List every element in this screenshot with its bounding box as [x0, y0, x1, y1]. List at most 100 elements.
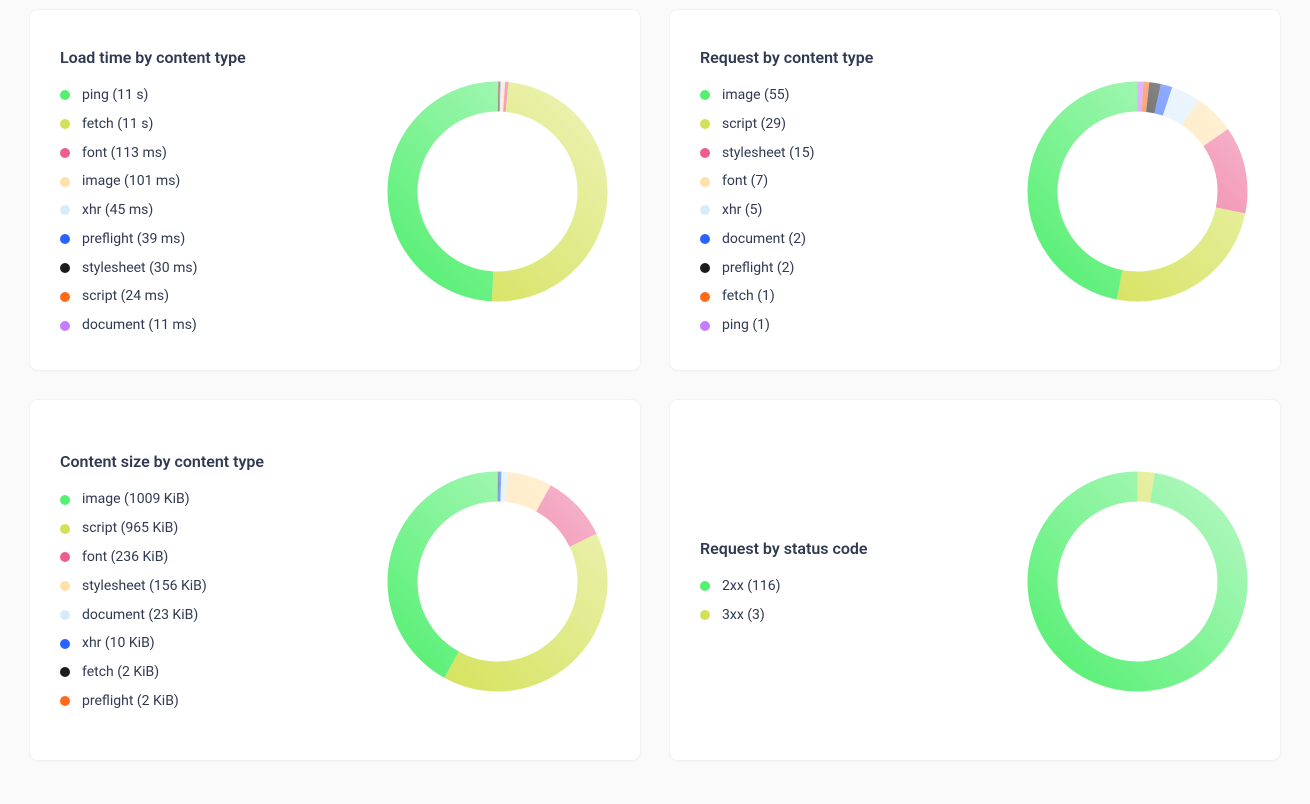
card-content: Request by status code 2xx (116) 3xx (3) [700, 539, 1025, 624]
legend-label: script (24 ms) [82, 288, 169, 305]
card-title: Load time by content type [60, 48, 385, 67]
donut-chart [1025, 79, 1250, 304]
legend-item[interactable]: stylesheet (156 KiB) [60, 578, 385, 595]
legend-label: image (1009 KiB) [82, 491, 190, 508]
legend-item[interactable]: ping (11 s) [60, 87, 385, 104]
chart-legend: ping (11 s) fetch (11 s) font (113 ms) imag… [60, 87, 385, 334]
legend-swatch-icon [60, 119, 70, 129]
legend-swatch-icon [60, 90, 70, 100]
chart-legend: 2xx (116) 3xx (3) [700, 578, 1025, 624]
legend-item[interactable]: xhr (5) [700, 202, 1025, 219]
legend-swatch-icon [60, 581, 70, 591]
legend-item[interactable]: script (965 KiB) [60, 520, 385, 537]
legend-item[interactable]: script (29) [700, 116, 1025, 133]
chart-legend: image (1009 KiB) script (965 KiB) font (23… [60, 491, 385, 709]
legend-label: fetch (11 s) [82, 116, 153, 133]
legend-swatch-icon [700, 263, 710, 273]
legend-item[interactable]: xhr (10 KiB) [60, 635, 385, 652]
card-content: Load time by content type ping (11 s) fetc… [60, 48, 385, 334]
legend-item[interactable]: font (7) [700, 173, 1025, 190]
legend-label: preflight (2) [722, 260, 794, 277]
legend-item[interactable]: preflight (39 ms) [60, 231, 385, 248]
legend-item[interactable]: ping (1) [700, 317, 1025, 334]
legend-label: script (965 KiB) [82, 520, 178, 537]
legend-item[interactable]: 2xx (116) [700, 578, 1025, 595]
legend-item[interactable]: font (236 KiB) [60, 549, 385, 566]
legend-label: document (23 KiB) [82, 607, 198, 624]
load-time-by-content-type-card: Load time by content type ping (11 s) fetc… [30, 10, 640, 370]
legend-label: stylesheet (30 ms) [82, 260, 197, 277]
card-title: Request by status code [700, 539, 1025, 558]
donut-chart [385, 79, 610, 304]
legend-label: xhr (10 KiB) [82, 635, 155, 652]
legend-item[interactable]: fetch (1) [700, 288, 1025, 305]
legend-swatch-icon [60, 610, 70, 620]
legend-swatch-icon [60, 263, 70, 273]
legend-swatch-icon [60, 205, 70, 215]
legend-swatch-icon [60, 696, 70, 706]
legend-label: stylesheet (15) [722, 145, 815, 162]
legend-swatch-icon [700, 90, 710, 100]
legend-label: xhr (5) [722, 202, 762, 219]
legend-label: document (11 ms) [82, 317, 197, 334]
chart-legend: image (55) script (29) stylesheet (15) font… [700, 87, 1025, 334]
legend-label: ping (11 s) [82, 87, 148, 104]
legend-swatch-icon [60, 667, 70, 677]
legend-item[interactable]: 3xx (3) [700, 607, 1025, 624]
legend-swatch-icon [700, 205, 710, 215]
legend-swatch-icon [700, 321, 710, 331]
legend-swatch-icon [60, 524, 70, 534]
legend-swatch-icon [60, 321, 70, 331]
legend-item[interactable]: script (24 ms) [60, 288, 385, 305]
legend-item[interactable]: preflight (2 KiB) [60, 693, 385, 710]
legend-swatch-icon [700, 292, 710, 302]
legend-label: ping (1) [722, 317, 770, 334]
legend-item[interactable]: image (55) [700, 87, 1025, 104]
legend-item[interactable]: fetch (2 KiB) [60, 664, 385, 681]
legend-label: stylesheet (156 KiB) [82, 578, 207, 595]
legend-item[interactable]: xhr (45 ms) [60, 202, 385, 219]
legend-label: image (101 ms) [82, 173, 180, 190]
legend-label: font (236 KiB) [82, 549, 168, 566]
legend-swatch-icon [60, 495, 70, 505]
legend-item[interactable]: image (101 ms) [60, 173, 385, 190]
legend-swatch-icon [60, 234, 70, 244]
donut-container [385, 79, 610, 304]
dashboard-grid: Load time by content type ping (11 s) fetc… [30, 10, 1280, 760]
legend-swatch-icon [60, 292, 70, 302]
legend-item[interactable]: document (23 KiB) [60, 607, 385, 624]
legend-label: image (55) [722, 87, 789, 104]
request-by-content-type-card: Request by content type image (55) script … [670, 10, 1280, 370]
legend-swatch-icon [60, 177, 70, 187]
legend-item[interactable]: preflight (2) [700, 260, 1025, 277]
legend-item[interactable]: fetch (11 s) [60, 116, 385, 133]
legend-swatch-icon [60, 148, 70, 158]
donut-container [1025, 469, 1250, 694]
donut-chart [1025, 469, 1250, 694]
legend-swatch-icon [700, 234, 710, 244]
legend-swatch-icon [700, 148, 710, 158]
request-by-status-code-card: Request by status code 2xx (116) 3xx (3) [670, 400, 1280, 760]
donut-slice [1043, 486, 1233, 676]
legend-item[interactable]: stylesheet (15) [700, 145, 1025, 162]
legend-swatch-icon [60, 552, 70, 562]
legend-label: font (7) [722, 173, 768, 190]
legend-swatch-icon [700, 119, 710, 129]
legend-item[interactable]: image (1009 KiB) [60, 491, 385, 508]
legend-item[interactable]: document (11 ms) [60, 317, 385, 334]
legend-item[interactable]: font (113 ms) [60, 145, 385, 162]
legend-label: 3xx (3) [722, 607, 765, 624]
legend-label: xhr (45 ms) [82, 202, 153, 219]
legend-label: document (2) [722, 231, 806, 248]
legend-swatch-icon [700, 177, 710, 187]
legend-item[interactable]: stylesheet (30 ms) [60, 260, 385, 277]
legend-swatch-icon [700, 581, 710, 591]
card-title: Request by content type [700, 48, 1025, 67]
content-size-by-content-type-card: Content size by content type image (1009 … [30, 400, 640, 760]
legend-label: fetch (2 KiB) [82, 664, 159, 681]
card-content: Content size by content type image (1009 … [60, 452, 385, 709]
legend-item[interactable]: document (2) [700, 231, 1025, 248]
card-title: Content size by content type [60, 452, 385, 471]
legend-swatch-icon [700, 610, 710, 620]
card-content: Request by content type image (55) script … [700, 48, 1025, 334]
